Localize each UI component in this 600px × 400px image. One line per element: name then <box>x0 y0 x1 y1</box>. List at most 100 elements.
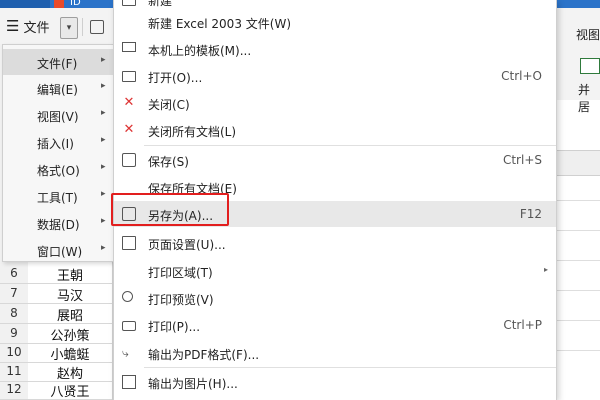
row-number: 9 <box>10 326 18 340</box>
shortcut-text: F12 <box>519 207 542 221</box>
menu-item-label: 数据(D) <box>37 218 80 232</box>
shortcut-text: Ctrl+S <box>502 153 542 167</box>
menu-dropdown-button[interactable]: ▾ <box>60 17 78 39</box>
file-item-print-preview[interactable]: 打印预览(V) <box>114 285 556 311</box>
name-cell[interactable]: 公孙策 <box>28 325 112 344</box>
printer-icon <box>122 321 136 331</box>
workbook-tab[interactable] <box>0 0 50 8</box>
view-tab[interactable]: 视图 <box>576 26 600 43</box>
chevron-right-icon: ▸ <box>544 0 548 2</box>
wps-logo-icon <box>54 0 64 8</box>
chevron-down-icon: ▾ <box>66 23 72 33</box>
row-number: 8 <box>10 306 18 320</box>
menu-item-window[interactable]: 窗口(W) ▸ <box>3 237 115 263</box>
row-number: 6 <box>10 266 18 280</box>
file-item-open[interactable]: 打开(O)... Ctrl+O <box>114 63 556 89</box>
menu-item-label: 格式(O) <box>37 164 80 178</box>
row-number: 12 <box>6 382 22 396</box>
menu-separator <box>144 367 556 368</box>
file-item-label: 新建 <box>148 0 173 8</box>
chevron-right-icon: ▸ <box>101 135 106 145</box>
pdf-export-icon: ⤷ <box>122 346 129 360</box>
shortcut-text: Ctrl+O <box>501 69 542 83</box>
folder-open-icon <box>122 71 136 82</box>
file-item-close-all[interactable]: ✕ 关闭所有文档(L) <box>114 117 556 143</box>
hamburger-icon: ☰ <box>6 17 20 35</box>
chevron-right-icon: ▸ <box>101 216 106 226</box>
file-item-export-pdf[interactable]: ⤷ 输出为PDF格式(F)... <box>114 340 556 366</box>
save-icon <box>122 153 136 167</box>
file-item-label: 打印区域(T) <box>148 266 213 280</box>
file-item-label: 保存(S) <box>148 155 189 169</box>
grid-line <box>556 320 600 321</box>
table-row[interactable]: 12 八贤王 <box>0 380 112 400</box>
table-row[interactable]: 6 王朝 <box>0 264 112 284</box>
menu-item-file[interactable]: 文件(F) ▸ <box>3 49 115 75</box>
toolbar-divider <box>82 18 83 36</box>
close-document-icon: ✕ <box>123 95 135 110</box>
file-item-close[interactable]: ✕ 关闭(C) <box>114 90 556 116</box>
file-item-local-templates[interactable]: 本机上的模板(M)... <box>114 36 556 62</box>
file-item-print-area[interactable]: 打印区域(T) ▸ <box>114 258 556 284</box>
table-row[interactable]: 11 赵构 <box>0 362 112 382</box>
chevron-right-icon: ▸ <box>101 189 106 199</box>
name-cell[interactable]: 八贤王 <box>28 381 112 400</box>
merge-center-icon[interactable] <box>580 58 600 74</box>
name-cell[interactable]: 王朝 <box>28 265 112 284</box>
file-item-label: 新建 Excel 2003 文件(W) <box>148 17 291 31</box>
close-all-icon: ✕ <box>123 122 135 137</box>
highlight-box <box>111 193 229 226</box>
file-item-print[interactable]: 打印(P)... Ctrl+P <box>114 312 556 338</box>
save-icon[interactable] <box>90 20 104 34</box>
menu-item-label: 编辑(E) <box>37 83 78 97</box>
file-item-label: 关闭(C) <box>148 98 190 112</box>
name-cell[interactable]: 马汉 <box>28 285 112 304</box>
right-grid <box>556 100 600 400</box>
menu-item-data[interactable]: 数据(D) ▸ <box>3 210 115 236</box>
row-number: 11 <box>6 364 22 378</box>
file-menu-button[interactable]: ☰ 文件 <box>6 17 49 37</box>
menu-item-tools[interactable]: 工具(T) ▸ <box>3 183 115 209</box>
file-item-page-setup[interactable]: 页面设置(U)... <box>114 230 556 256</box>
file-item-new-excel-2003[interactable]: 新建 Excel 2003 文件(W) <box>114 9 556 35</box>
image-export-icon <box>122 375 136 389</box>
column-header-strip <box>556 150 600 176</box>
file-item-export-image[interactable]: 输出为图片(H)... <box>114 369 556 395</box>
file-item-label: 输出为PDF格式(F)... <box>148 348 260 362</box>
new-document-icon <box>122 0 136 6</box>
chevron-right-icon: ▸ <box>544 265 549 274</box>
file-item-label: 输出为图片(H)... <box>148 377 238 391</box>
grid-line <box>556 350 600 351</box>
file-item-label: 本机上的模板(M)... <box>148 44 252 58</box>
name-cell[interactable]: 展昭 <box>28 305 112 324</box>
menu-item-label: 文件(F) <box>37 57 78 71</box>
page-setup-icon <box>122 236 136 250</box>
chevron-right-icon: ▸ <box>101 108 106 118</box>
row-number: 10 <box>6 345 22 359</box>
grid-line <box>556 290 600 291</box>
menu-item-view[interactable]: 视图(V) ▸ <box>3 102 115 128</box>
file-item-label: 打开(O)... <box>148 71 203 85</box>
file-item-label: 打印(P)... <box>148 320 201 334</box>
menu-item-label: 插入(I) <box>37 137 74 151</box>
table-row[interactable]: 8 展昭 <box>0 304 112 324</box>
menu-separator <box>144 145 556 146</box>
table-row[interactable]: 9 公孙策 <box>0 324 112 344</box>
file-item-label: 页面设置(U)... <box>148 238 226 252</box>
menu-item-edit[interactable]: 编辑(E) ▸ <box>3 75 115 101</box>
main-menu-panel: 文件(F) ▸ 编辑(E) ▸ 视图(V) ▸ 插入(I) ▸ 格式(O) ▸ … <box>2 44 116 262</box>
file-item-save[interactable]: 保存(S) Ctrl+S <box>114 147 556 173</box>
menu-item-label: 工具(T) <box>37 191 78 205</box>
table-row[interactable]: 10 小蟾蜓 <box>0 343 112 363</box>
name-cell[interactable]: 小蟾蜓 <box>28 344 112 363</box>
menu-item-format[interactable]: 格式(O) ▸ <box>3 156 115 182</box>
table-row[interactable]: 7 马汉 <box>0 284 112 304</box>
grid-line <box>556 260 600 261</box>
menu-item-insert[interactable]: 插入(I) ▸ <box>3 129 115 155</box>
row-number: 7 <box>10 286 18 300</box>
menu-item-label: 窗口(W) <box>37 245 83 259</box>
shortcut-text: Ctrl+P <box>503 318 542 332</box>
print-preview-icon <box>122 291 133 302</box>
chevron-right-icon: ▸ <box>101 243 106 253</box>
grid-line <box>556 230 600 231</box>
